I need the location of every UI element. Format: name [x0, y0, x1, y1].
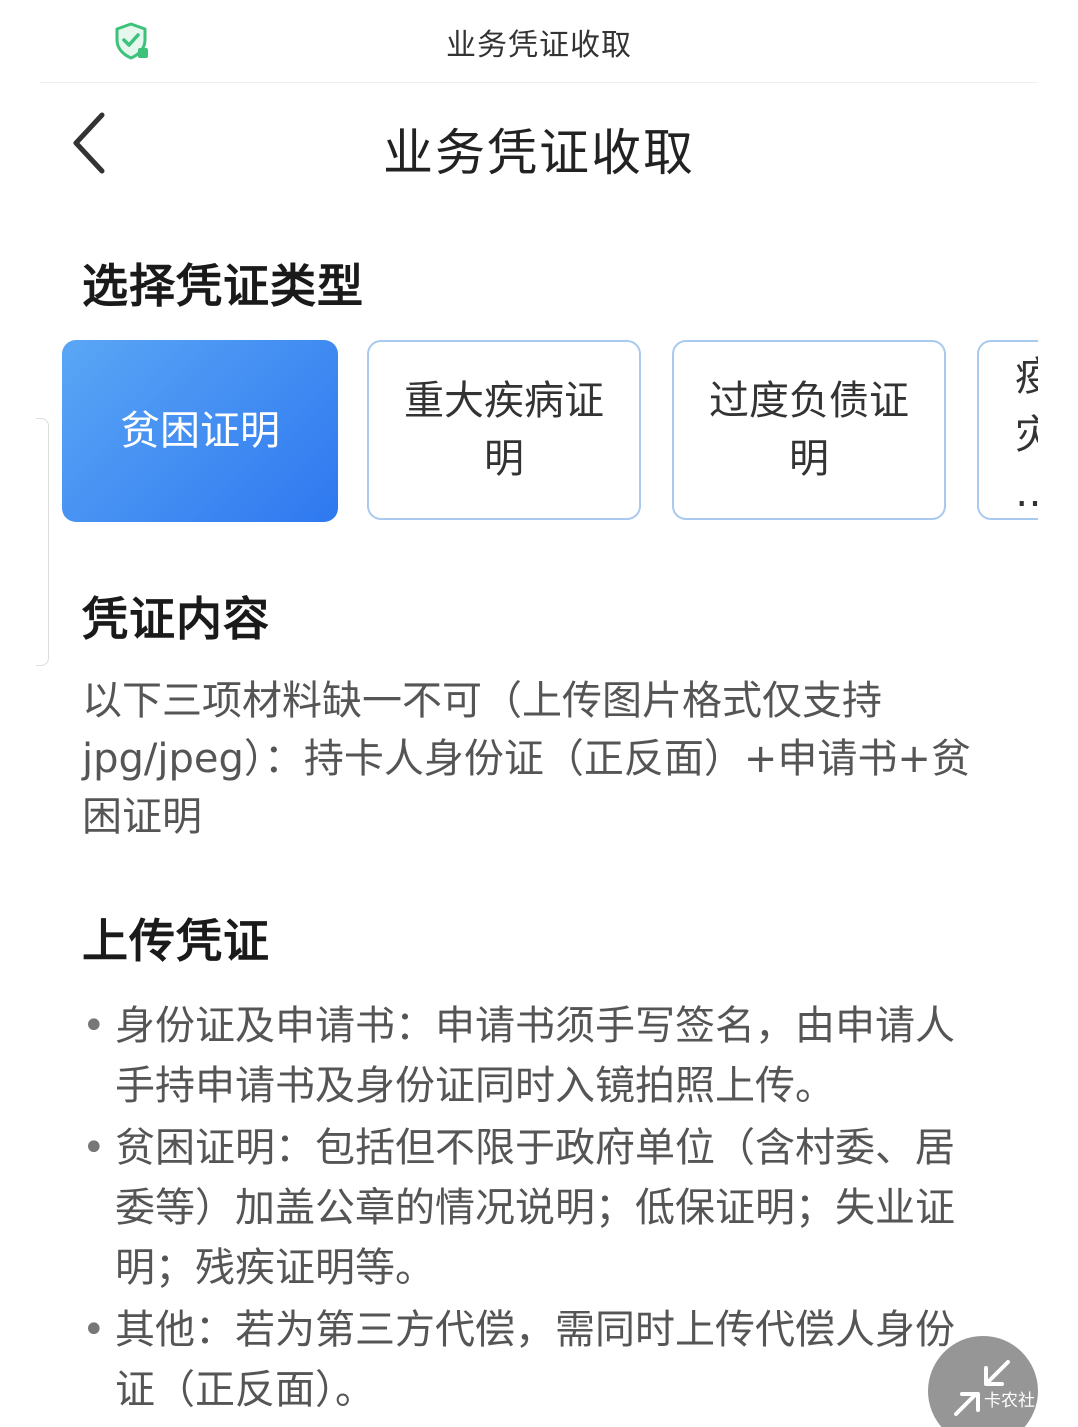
top-bar: 业务凭证收取	[40, 0, 1038, 83]
upload-requirements-list: • 身份证及申请书：申请书须手写签名，由申请人手持申请书及身份证同时入镜拍照上传。…	[80, 996, 980, 1422]
voucher-type-selector: 贫困证明 重大疾病证明 过度负债证明 疫 灾 …	[62, 340, 1038, 524]
requirement-id-application: 身份证及申请书：申请书须手写签名，由申请人手持申请书及身份证同时入镜拍照上传。	[115, 1003, 955, 1109]
page-title: 业务凭证收取	[383, 124, 695, 182]
requirement-other: 其他：若为第三方代偿，需同时上传代偿人身份证（正反面）。	[115, 1307, 955, 1413]
page: 业务凭证收取 业务凭证收取 选择凭证类型 贫困证明 重大疾病证明 过度负债证明 …	[0, 0, 1078, 1427]
mini-title: 业务凭证收取	[446, 28, 632, 63]
nav-header: 业务凭证收取	[0, 95, 1078, 195]
section-title-upload: 上传凭证	[82, 914, 270, 968]
bullet-dot: •	[82, 1307, 106, 1353]
chip-excessive-debt-proof[interactable]: 过度负债证明	[672, 340, 946, 520]
content-description: 以下三项材料缺一不可（上传图片格式仅支持jpg/jpeg）：持卡人身份证（正反面…	[82, 678, 971, 840]
chip-epidemic-disaster-proof[interactable]: 疫 灾 …	[977, 340, 1038, 520]
bullet-dot: •	[82, 1125, 106, 1171]
section-title-content: 凭证内容	[82, 592, 270, 646]
bullet-dot: •	[82, 1003, 106, 1049]
list-item: • 其他：若为第三方代偿，需同时上传代偿人身份证（正反面）。	[80, 1300, 980, 1420]
watermark-text: 卡农社	[984, 1391, 1035, 1411]
section-title-select-type: 选择凭证类型	[82, 259, 364, 313]
chip-poverty-proof[interactable]: 贫困证明	[62, 340, 338, 522]
list-item: • 身份证及申请书：申请书须手写签名，由申请人手持申请书及身份证同时入镜拍照上传。	[80, 996, 980, 1116]
list-item: • 贫困证明：包括但不限于政府单位（含村委、居委等）加盖公章的情况说明；低保证明；…	[80, 1118, 980, 1298]
requirement-poverty-proof: 贫困证明：包括但不限于政府单位（含村委、居委等）加盖公章的情况说明；低保证明；失…	[115, 1125, 955, 1291]
side-drawer-handle[interactable]	[36, 418, 49, 666]
chip-serious-illness-proof[interactable]: 重大疾病证明	[367, 340, 641, 520]
